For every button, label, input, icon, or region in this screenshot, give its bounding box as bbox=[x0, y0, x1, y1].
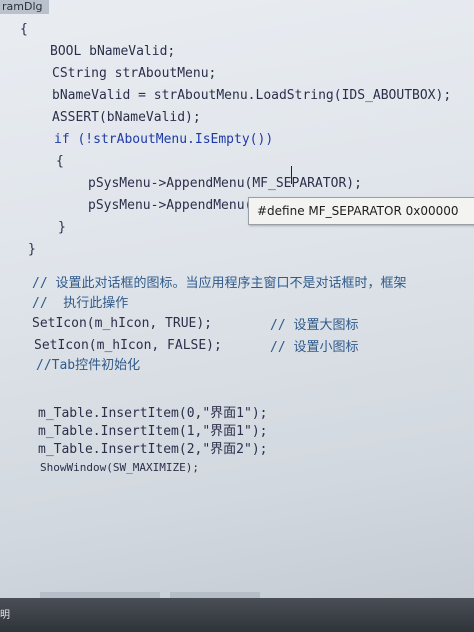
code-line: { bbox=[20, 22, 28, 37]
code-line: m_Table.InsertItem(2,"界面2"); bbox=[38, 442, 268, 457]
code-line: m_Table.InsertItem(0,"界面1"); bbox=[38, 406, 268, 421]
status-bar bbox=[0, 598, 474, 632]
code-line: ASSERT(bNameValid); bbox=[52, 110, 201, 125]
editor-screen: ramDlg { BOOL bNameValid; CString strAbo… bbox=[0, 0, 474, 632]
code-line: BOOL bNameValid; bbox=[50, 44, 176, 59]
code-line: CString strAboutMenu; bbox=[52, 66, 217, 81]
code-comment: // 执行此操作 bbox=[32, 296, 129, 311]
code-line: pSysMenu->AppendMenu( bbox=[88, 198, 253, 213]
code-comment: // 设置大图标 bbox=[270, 318, 359, 333]
document-tab[interactable]: ramDlg bbox=[0, 0, 49, 14]
code-line: } bbox=[58, 220, 66, 235]
code-line: if (!strAboutMenu.IsEmpty()) bbox=[54, 132, 274, 147]
code-comment: //Tab控件初始化 bbox=[36, 358, 141, 373]
code-line: m_Table.InsertItem(1,"界面1"); bbox=[38, 424, 268, 439]
code-line: ShowWindow(SW_MAXIMIZE); bbox=[40, 461, 199, 474]
code-line: { bbox=[56, 154, 64, 169]
code-comment: // 设置此对话框的图标。当应用程序主窗口不是对话框时，框架 bbox=[32, 276, 407, 291]
text-cursor bbox=[291, 166, 298, 184]
code-line: pSysMenu->AppendMenu(MF_SEPARATOR); bbox=[88, 176, 362, 191]
code-comment: // 设置小图标 bbox=[270, 340, 359, 355]
code-line: SetIcon(m_hIcon, FALSE); bbox=[34, 338, 222, 353]
code-editor[interactable]: { BOOL bNameValid; CString strAboutMenu;… bbox=[0, 18, 474, 478]
code-line: SetIcon(m_hIcon, TRUE); bbox=[32, 316, 213, 331]
quick-info-tooltip: #define MF_SEPARATOR 0x00000 bbox=[248, 197, 474, 225]
code-line: } bbox=[28, 242, 36, 257]
status-label: 明 bbox=[0, 610, 10, 621]
code-line: bNameValid = strAboutMenu.LoadString(IDS… bbox=[52, 88, 452, 103]
